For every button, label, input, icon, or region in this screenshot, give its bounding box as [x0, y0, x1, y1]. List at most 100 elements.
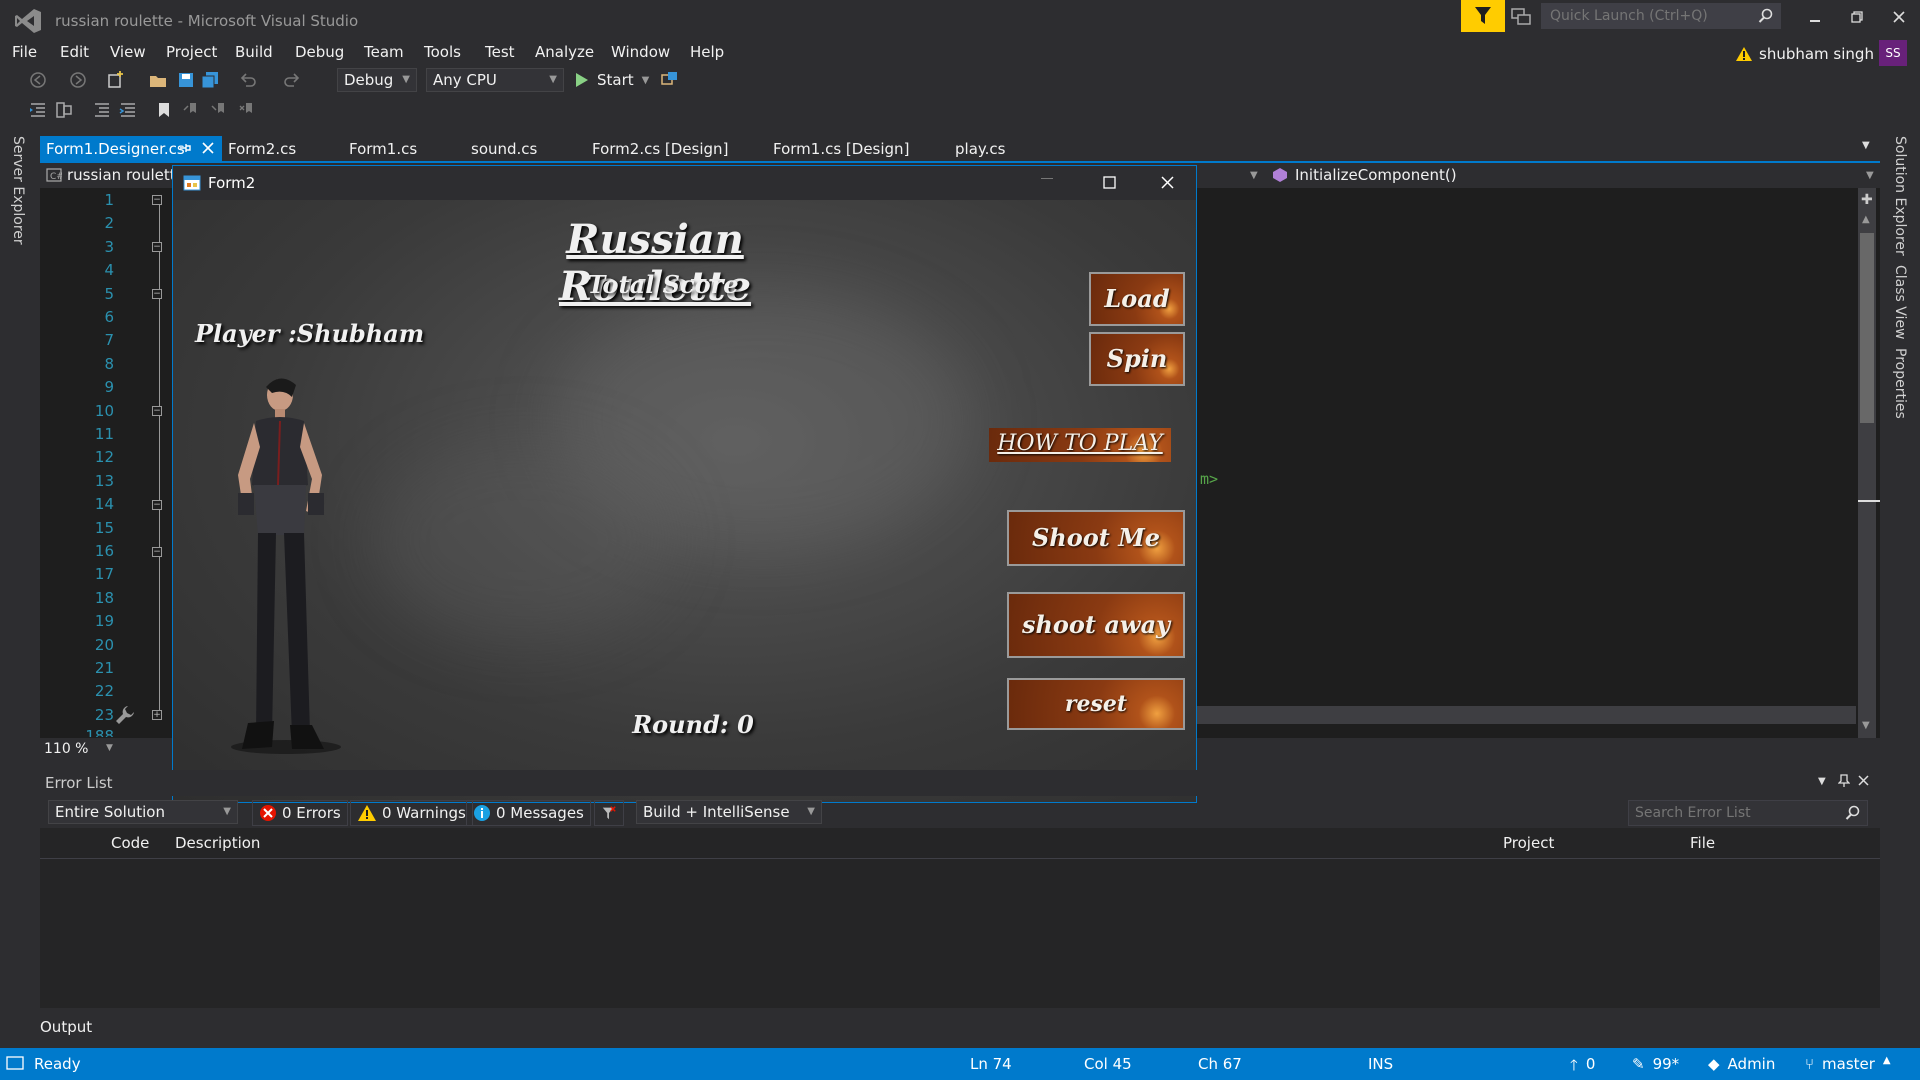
quick-launch-box[interactable] [1541, 3, 1781, 29]
solution-platform-select[interactable]: Any CPU ▼ [426, 68, 564, 92]
tab-overflow-dropdown-icon[interactable]: ▼ [1862, 140, 1870, 151]
close-icon[interactable] [1858, 775, 1869, 786]
new-project-icon[interactable] [106, 70, 126, 90]
collapse-region-icon[interactable]: − [152, 547, 162, 557]
quick-launch-input[interactable] [1542, 4, 1758, 28]
close-window-button[interactable] [1879, 0, 1919, 34]
navigate-back-icon[interactable] [28, 70, 48, 90]
uncomment-lines-icon[interactable] [118, 100, 138, 120]
pin-icon[interactable] [1838, 774, 1850, 788]
error-list-search-box[interactable] [1628, 800, 1868, 826]
search-icon[interactable] [1845, 805, 1861, 821]
browser-link-icon[interactable] [660, 70, 680, 90]
tab-form2-cs[interactable]: Form2.cs [228, 136, 296, 162]
tab-form1-design[interactable]: Form1.cs [Design] [773, 136, 909, 162]
server-explorer-tab[interactable]: Server Explorer [10, 136, 26, 245]
menu-view[interactable]: View [110, 40, 146, 64]
maximize-icon[interactable] [1103, 176, 1116, 189]
close-icon[interactable] [1161, 176, 1174, 189]
zoom-level[interactable]: 110 % [44, 741, 88, 757]
form2-window[interactable]: Form2 Russian Roulette Total Score Playe… [172, 165, 1197, 803]
scroll-thumb[interactable] [1860, 233, 1874, 423]
scroll-track[interactable] [1196, 709, 1856, 721]
chevron-down-icon[interactable]: ▼ [1818, 776, 1826, 787]
scroll-down-icon[interactable]: ▼ [1862, 720, 1870, 731]
horizontal-scrollbar[interactable] [1196, 706, 1856, 724]
close-icon[interactable] [202, 142, 214, 154]
collapse-region-icon[interactable]: − [152, 242, 162, 252]
previous-bookmark-icon[interactable] [182, 100, 202, 120]
class-view-tab[interactable]: Class View [1892, 265, 1908, 340]
comment-lines-icon[interactable] [92, 100, 112, 120]
menu-edit[interactable]: Edit [60, 40, 89, 64]
chevron-down-icon[interactable]: ▼ [1866, 170, 1874, 181]
properties-tab[interactable]: Properties [1892, 348, 1908, 419]
indent-icon[interactable] [54, 100, 74, 120]
warnings-filter-button[interactable]: 0 Warnings [350, 800, 473, 826]
error-source-select[interactable]: Build + IntelliSense ▼ [636, 800, 822, 824]
unpushed-commits[interactable]: 🡑 0 [1570, 1055, 1595, 1080]
menu-analyze[interactable]: Analyze [535, 40, 594, 64]
menu-file[interactable]: File [12, 40, 37, 64]
tab-form2-design[interactable]: Form2.cs [Design] [592, 136, 728, 162]
search-icon[interactable] [1758, 8, 1774, 24]
collapse-region-icon[interactable]: − [152, 406, 162, 416]
navigate-forward-icon[interactable] [68, 70, 88, 90]
next-bookmark-icon[interactable] [210, 100, 230, 120]
nav-project-dropdown[interactable]: russian roulette [67, 166, 185, 184]
messages-filter-button[interactable]: 0 Messages [466, 800, 591, 826]
tab-form1-designer-cs[interactable]: Form1.Designer.cs [40, 136, 222, 162]
form2-title-bar[interactable]: Form2 [173, 166, 1196, 200]
undo-icon[interactable] [238, 70, 258, 90]
collapse-region-icon[interactable]: − [152, 500, 162, 510]
column-code[interactable]: Code [111, 834, 149, 852]
menu-help[interactable]: Help [690, 40, 724, 64]
menu-test[interactable]: Test [485, 40, 515, 64]
status-insert-mode[interactable]: INS [1368, 1055, 1393, 1073]
reset-button[interactable]: reset [1007, 678, 1185, 730]
error-list-grid[interactable]: Code Description Project File [40, 828, 1880, 1008]
spin-button[interactable]: Spin [1089, 332, 1185, 386]
menu-window[interactable]: Window [611, 40, 670, 64]
minimize-icon[interactable] [1041, 178, 1053, 179]
pending-changes[interactable]: ✎ 99* [1632, 1055, 1679, 1073]
solution-explorer-tab[interactable]: Solution Explorer [1892, 136, 1908, 256]
load-button[interactable]: Load [1089, 272, 1185, 326]
save-icon[interactable] [176, 70, 196, 90]
vertical-scrollbar[interactable]: ✚ ▲ ▼ [1858, 188, 1880, 738]
tab-sound-cs[interactable]: sound.cs [471, 136, 537, 162]
shoot-me-button[interactable]: Shoot Me [1007, 510, 1185, 566]
nav-member-dropdown[interactable]: InitializeComponent() [1295, 166, 1457, 184]
collapse-region-icon[interactable]: − [152, 289, 162, 299]
tab-form1-cs[interactable]: Form1.cs [349, 136, 417, 162]
account-menu[interactable]: shubham singh ▼ [1735, 42, 1896, 66]
split-editor-icon[interactable]: ✚ [1861, 192, 1873, 208]
menu-project[interactable]: Project [166, 40, 217, 64]
errors-filter-button[interactable]: 0 Errors [252, 800, 348, 826]
branch-selector[interactable]: ⑂ master ▲ [1805, 1055, 1891, 1073]
collapse-region-icon[interactable]: − [152, 195, 162, 205]
error-list-search-input[interactable] [1629, 801, 1831, 825]
scroll-up-icon[interactable]: ▲ [1862, 214, 1870, 225]
start-debugging-button[interactable]: Start ▼ [575, 68, 649, 92]
bookmark-icon[interactable] [154, 100, 174, 120]
column-description[interactable]: Description [175, 834, 260, 852]
expand-region-icon[interactable]: + [152, 710, 162, 720]
notifications-flag-icon[interactable] [1461, 0, 1505, 32]
pin-icon[interactable] [178, 141, 192, 155]
column-project[interactable]: Project [1503, 834, 1554, 852]
shoot-away-button[interactable]: shoot away [1007, 592, 1185, 658]
menu-tools[interactable]: Tools [424, 40, 461, 64]
column-file[interactable]: File [1690, 834, 1715, 852]
chevron-down-icon[interactable]: ▼ [1250, 170, 1258, 181]
error-scope-select[interactable]: Entire Solution ▼ [48, 800, 238, 824]
restore-window-button[interactable] [1837, 0, 1877, 34]
clear-bookmarks-icon[interactable] [238, 100, 258, 120]
tab-play-cs[interactable]: play.cs [955, 136, 1005, 162]
redo-icon[interactable] [282, 70, 302, 90]
save-all-icon[interactable] [200, 70, 220, 90]
repository-selector[interactable]: ◆ Admin [1708, 1055, 1775, 1073]
output-tab[interactable]: Output [40, 1018, 92, 1036]
menu-build[interactable]: Build [235, 40, 273, 64]
clear-filter-button[interactable] [594, 800, 624, 826]
